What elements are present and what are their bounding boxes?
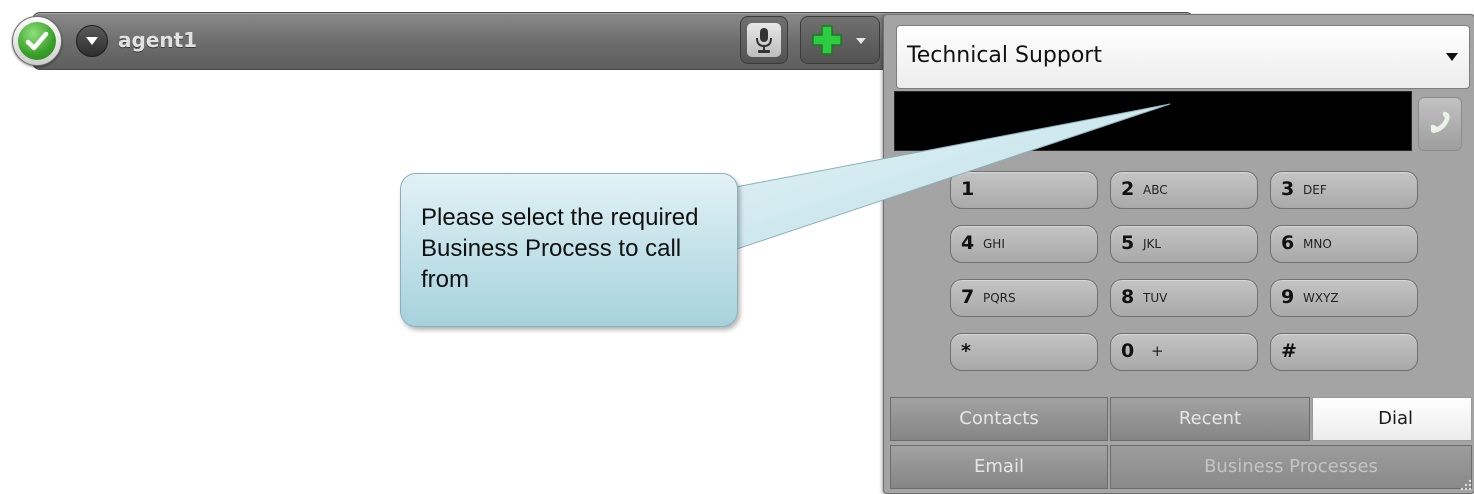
- callout-text: Please select the required Business Proc…: [421, 204, 699, 293]
- tooltip-callout: Please select the required Business Proc…: [400, 173, 738, 327]
